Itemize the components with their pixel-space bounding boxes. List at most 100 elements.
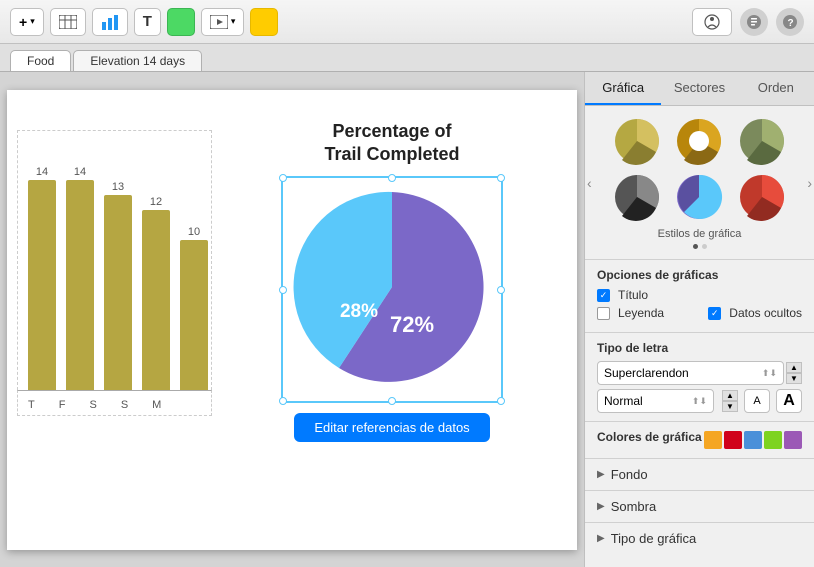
stepper-down[interactable]: ▼ xyxy=(786,373,802,384)
add-button[interactable]: + ▾ xyxy=(10,8,44,36)
pie-style-2 xyxy=(674,116,724,166)
right-panel: Gráfica Sectores Orden ‹ xyxy=(584,72,814,567)
bar-3 xyxy=(142,210,170,390)
font-name-select[interactable]: Superclarendon ⬆⬇ xyxy=(597,361,784,385)
leyenda-label: Leyenda xyxy=(618,306,664,320)
bar-val-2: 13 xyxy=(112,181,124,193)
bar-col-4: 10 xyxy=(180,226,208,390)
handle-br[interactable] xyxy=(497,397,505,405)
style-thumbnails: ‹ xyxy=(585,106,814,259)
handle-tr[interactable] xyxy=(497,174,505,182)
handle-bm[interactable] xyxy=(388,397,396,405)
bar-label-4: M xyxy=(152,399,161,411)
datos-ocultos-row: ✓ Datos ocultos xyxy=(708,306,802,320)
swatch-red[interactable] xyxy=(724,431,742,449)
handle-rm[interactable] xyxy=(497,286,505,294)
tab-food-label: Food xyxy=(27,54,54,68)
panel-tab-orden-label: Orden xyxy=(758,80,794,95)
bar-label-3: S xyxy=(121,399,128,411)
style-arrow-left[interactable]: ‹ xyxy=(587,175,592,191)
pie-style-1 xyxy=(612,116,662,166)
tab-elevation-label: Elevation 14 days xyxy=(90,54,185,68)
bar-val-3: 12 xyxy=(150,196,162,208)
handle-bl[interactable] xyxy=(279,397,287,405)
canvas-area: 14 14 13 12 xyxy=(0,72,584,567)
edit-references-button[interactable]: Editar referencias de datos xyxy=(294,413,489,442)
style-label: Estilos de gráfica xyxy=(595,228,804,240)
datos-ocultos-label: Datos ocultos xyxy=(729,306,802,320)
tabs-row: Food Elevation 14 days xyxy=(0,44,814,72)
titulo-checkbox[interactable]: ✓ xyxy=(597,289,610,302)
handle-tm[interactable] xyxy=(388,174,396,182)
table-button[interactable] xyxy=(50,8,86,36)
sombra-row[interactable]: ▶ Sombra xyxy=(585,490,814,522)
bar-val-4: 10 xyxy=(188,226,200,238)
toolbar-left: + ▾ T ▾ xyxy=(10,8,278,36)
style-arrow-right[interactable]: › xyxy=(807,175,812,191)
pie-style-6 xyxy=(737,172,787,222)
stepper-style-down[interactable]: ▼ xyxy=(722,401,738,412)
handle-lm[interactable] xyxy=(279,286,287,294)
font-style-select[interactable]: Normal ⬆⬇ xyxy=(597,389,714,413)
fondo-arrow: ▶ xyxy=(597,469,605,480)
handle-tl[interactable] xyxy=(279,174,287,182)
panel-tab-sectores[interactable]: Sectores xyxy=(661,72,737,105)
pie-style-5 xyxy=(674,172,724,222)
toolbar-right: ? xyxy=(692,8,804,36)
text-button[interactable]: T xyxy=(134,8,161,36)
sombra-arrow: ▶ xyxy=(597,501,605,512)
share-icon xyxy=(703,14,721,30)
bar-1 xyxy=(66,180,94,390)
pie-chart-container: Percentage of Trail Completed xyxy=(247,120,537,520)
fondo-label: Fondo xyxy=(611,467,648,482)
chevron-down-icon: ▾ xyxy=(30,16,35,27)
font-section-title: Tipo de letra xyxy=(597,341,802,355)
style-thumb-4[interactable] xyxy=(609,172,665,222)
swatch-orange[interactable] xyxy=(704,431,722,449)
stepper-up[interactable]: ▲ xyxy=(786,362,802,373)
font-size-small-btn[interactable]: A xyxy=(744,389,770,413)
toolbar: + ▾ T ▾ xyxy=(0,0,814,44)
titulo-label: Título xyxy=(618,288,648,302)
swatch-green[interactable] xyxy=(764,431,782,449)
style-dot-2 xyxy=(702,244,707,249)
style-thumb-5[interactable] xyxy=(671,172,727,222)
style-thumb-1[interactable] xyxy=(609,116,665,166)
style-thumb-2[interactable] xyxy=(671,116,727,166)
bar-val-1: 14 xyxy=(74,166,86,178)
help-button[interactable]: ? xyxy=(776,8,804,36)
colors-title: Colores de gráfica xyxy=(597,430,702,444)
bar-label-2: S xyxy=(89,399,96,411)
titulo-row: ✓ Título xyxy=(597,288,802,302)
style-grid xyxy=(595,116,804,222)
style-thumb-3[interactable] xyxy=(734,116,790,166)
tipo-grafica-row[interactable]: ▶ Tipo de gráfica xyxy=(585,522,814,554)
font-style-value: Normal xyxy=(604,394,643,408)
stepper-style-up[interactable]: ▲ xyxy=(722,390,738,401)
bar-col-1: 14 xyxy=(66,166,94,390)
font-small-label: A xyxy=(753,395,760,407)
chart-button[interactable] xyxy=(92,8,128,36)
media-button[interactable]: ▾ xyxy=(201,8,245,36)
main: 14 14 13 12 xyxy=(0,72,814,567)
style-thumb-6[interactable] xyxy=(734,172,790,222)
tab-food[interactable]: Food xyxy=(10,50,71,71)
fondo-row[interactable]: ▶ Fondo xyxy=(585,458,814,490)
format-button[interactable] xyxy=(740,8,768,36)
datos-ocultos-checkbox[interactable]: ✓ xyxy=(708,307,721,320)
panel-tab-orden[interactable]: Orden xyxy=(738,72,814,105)
bar-0 xyxy=(28,180,56,390)
pie-selection-box[interactable]: 72% 28% xyxy=(281,176,503,403)
tab-elevation[interactable]: Elevation 14 days xyxy=(73,50,202,71)
sticky-button[interactable] xyxy=(250,8,278,36)
swatch-blue[interactable] xyxy=(744,431,762,449)
panel-tab-grafica[interactable]: Gráfica xyxy=(585,72,661,105)
swatch-purple[interactable] xyxy=(784,431,802,449)
leyenda-checkbox[interactable] xyxy=(597,307,610,320)
colors-section: Colores de gráfica xyxy=(585,421,814,458)
chart-options-title: Opciones de gráficas xyxy=(597,268,802,282)
shape-button[interactable] xyxy=(167,8,195,36)
font-size-large-btn[interactable]: A xyxy=(776,389,802,413)
share-button[interactable] xyxy=(692,8,732,36)
edit-btn-label: Editar referencias de datos xyxy=(314,420,469,435)
